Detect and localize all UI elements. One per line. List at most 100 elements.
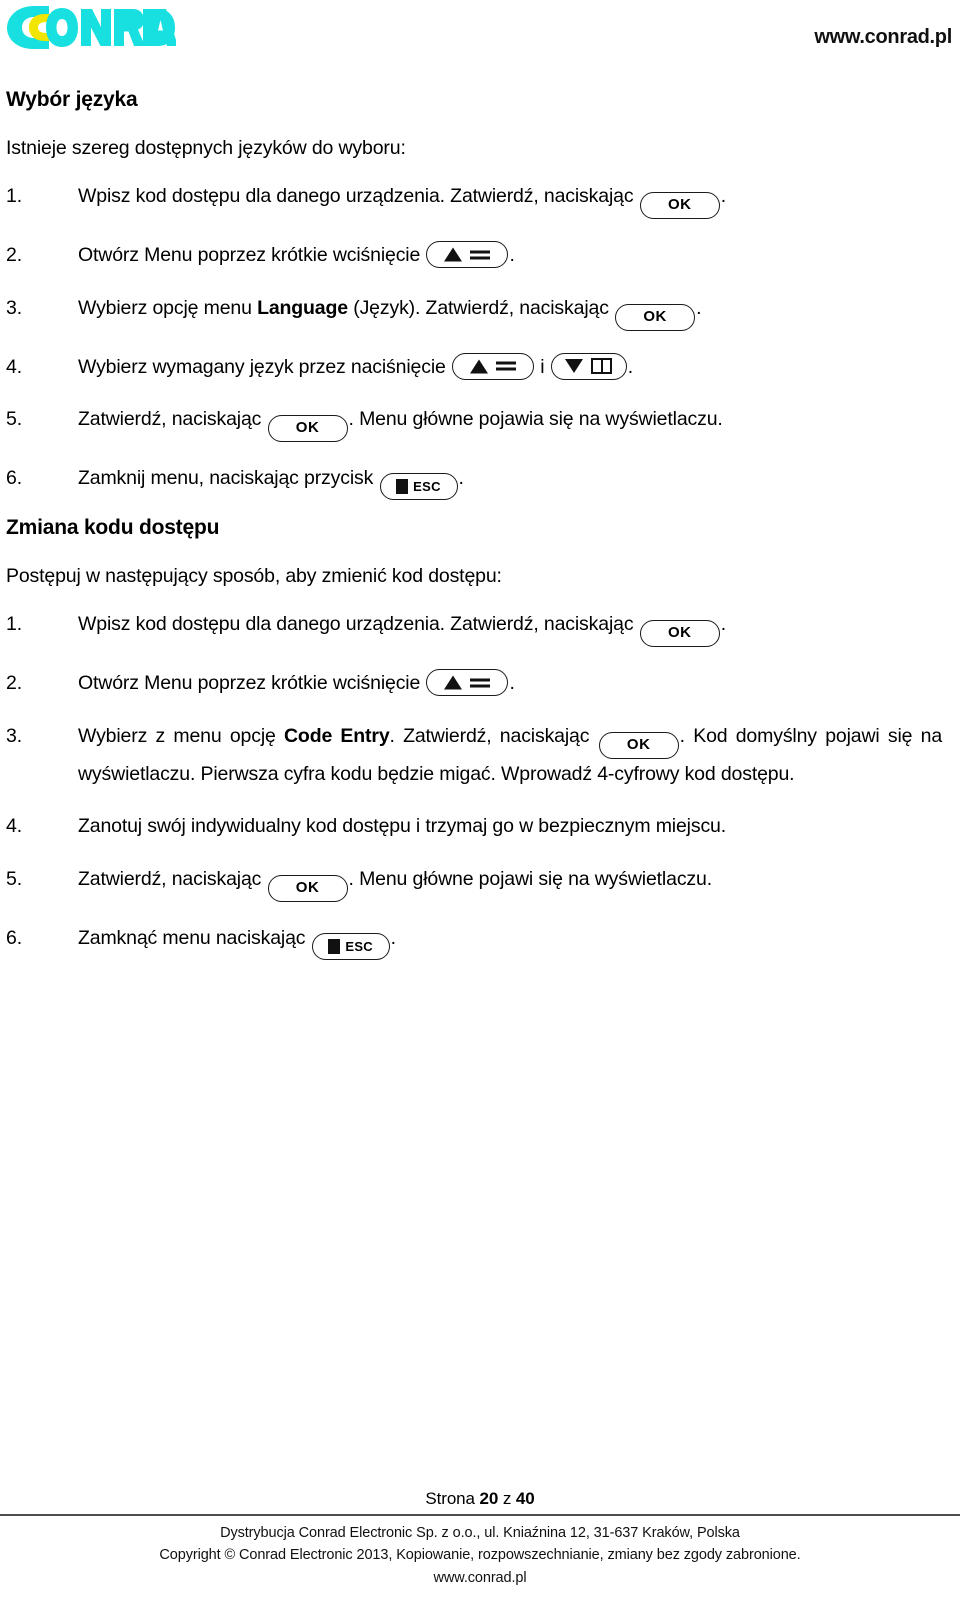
step-text: .: [390, 926, 396, 949]
esc-key-icon: ESC: [379, 473, 458, 501]
step-text: Wybierz wymagany język przez naciśnięcie: [78, 355, 451, 378]
stop-square-icon: [396, 479, 409, 495]
step-text: . Menu główne pojawia się na wyświetlacz…: [348, 408, 723, 431]
step-text: .: [627, 355, 633, 378]
step-text: .: [696, 296, 702, 319]
page-footer: Strona 20 z 40 Dystrybucja Conrad Electr…: [0, 1489, 960, 1589]
esc-key-label: ESC: [345, 938, 373, 954]
step-text: Wybierz z menu opcję: [78, 724, 284, 747]
step-item: 2. Otwórz Menu poprzez krótkie wciśnięcie…: [0, 668, 960, 700]
step-number: 2.: [6, 672, 22, 695]
step-item: 2. Otwórz Menu poprzez krótkie wciśnięcie…: [0, 240, 960, 272]
step-text: i: [534, 355, 550, 378]
step-item: 5. Zatwierdź, naciskając OK . Menu główne …: [0, 404, 960, 443]
document-content: Wybór języka Istnieje szereg dostępnych j…: [0, 72, 960, 960]
step-number: 1.: [6, 613, 22, 636]
section-title: Zmiana kodu dostępu: [6, 516, 220, 540]
menu-lines-icon: [470, 247, 491, 262]
page-current-value: 20: [479, 1489, 499, 1509]
step-text: Zatwierdź, naciskając: [78, 867, 267, 890]
step-number: 4.: [6, 815, 22, 838]
step-number: 3.: [6, 296, 22, 319]
ok-key-icon: OK: [639, 620, 720, 648]
step-number: 2.: [6, 244, 22, 266]
step-item: 5. Zatwierdź, naciskając OK . Menu główne …: [0, 864, 960, 902]
header-website-url: www.conrad.pl: [814, 26, 952, 48]
triangle-down-icon: [565, 359, 584, 374]
step-text: Zatwierdź, naciskając: [78, 408, 267, 431]
step-text: Zamknąć menu naciskając: [78, 926, 311, 949]
esc-key-icon: ESC: [311, 932, 390, 960]
menu-up-key-icon: [426, 669, 509, 697]
section-intro-text: Istnieje szereg dostępnych języków do wy…: [6, 137, 406, 159]
esc-key-label: ESC: [413, 479, 441, 495]
step-item: 6. Zamknąć menu naciskając ESC.: [0, 923, 960, 960]
step-text: Zamknij menu, naciskając przycisk: [78, 467, 379, 490]
conrad-logo: [6, 4, 178, 50]
book-icon: [591, 358, 613, 375]
page-number: Strona 20 z 40: [0, 1489, 960, 1509]
ok-key-icon: OK: [267, 874, 348, 902]
step-text: Wpisz kod dostępu dla danego urządzenia.…: [78, 613, 639, 636]
ok-key-icon: OK: [639, 192, 720, 219]
step-text: . Zatwierdź, naciskając: [389, 724, 598, 747]
ok-key-label: OK: [295, 878, 320, 896]
ok-key-icon: OK: [598, 731, 679, 759]
menu-lines-icon: [495, 359, 516, 374]
menu-option-name: Language: [257, 296, 348, 319]
down-book-key-icon: [550, 352, 627, 380]
step-item: 6. Zamknij menu, naciskając przycisk ESC.: [0, 463, 960, 501]
step-text: .: [720, 185, 726, 207]
ok-key-label: OK: [667, 196, 692, 213]
step-number: 6.: [6, 467, 22, 490]
step-text: Otwórz Menu poprzez krótkie wciśnięcie: [78, 244, 426, 266]
step-number: 4.: [6, 355, 22, 378]
page-total-value: 40: [515, 1489, 535, 1509]
step-text: Zanotuj swój indywidualny kod dostępu i …: [78, 815, 727, 838]
step-text: .: [458, 467, 464, 490]
section-intro-text: Postępuj w następujący sposób, aby zmien…: [6, 565, 502, 588]
triangle-up-icon: [444, 675, 463, 690]
step-number: 5.: [6, 408, 22, 431]
stop-square-icon: [328, 938, 341, 954]
step-number: 3.: [6, 724, 22, 747]
step-text: (Język). Zatwierdź, naciskając: [347, 296, 615, 319]
step-number: 1.: [6, 185, 22, 207]
footer-website-line: www.conrad.pl: [433, 1569, 527, 1586]
step-text: .: [509, 244, 515, 266]
page-mid-label: z: [498, 1489, 516, 1509]
menu-option-name: Code Entry: [284, 724, 390, 747]
triangle-up-icon: [469, 359, 488, 374]
footer-address-line: Dystrybucja Conrad Electronic Sp. z o.o.…: [220, 1524, 740, 1541]
triangle-up-icon: [444, 247, 463, 262]
step-text: . Menu główne pojawi się na wyświetlaczu…: [348, 867, 713, 890]
ok-key-label: OK: [295, 419, 320, 437]
step-text: Wpisz kod dostępu dla danego urządzenia.…: [78, 185, 639, 207]
step-item: 4. Zanotuj swój indywidualny kod dostępu …: [0, 811, 960, 843]
step-text: Otwórz Menu poprzez krótkie wciśnięcie: [78, 672, 426, 695]
step-list: 1. Wpisz kod dostępu dla danego urządzeni…: [0, 181, 960, 501]
menu-lines-icon: [470, 675, 491, 690]
footer-divider: [0, 1514, 960, 1516]
section-title: Wybór języka: [6, 88, 138, 111]
ok-key-icon: OK: [615, 303, 696, 331]
step-text: .: [720, 613, 726, 636]
step-text: Wybierz opcję menu: [78, 296, 258, 319]
step-item: 4. Wybierz wymagany język przez naciśnięc…: [0, 352, 960, 384]
step-number: 5.: [6, 867, 22, 890]
menu-up-key-icon: [426, 241, 509, 268]
footer-copyright-line: Copyright © Conrad Electronic 2013, Kopi…: [159, 1547, 801, 1564]
step-item: 1. Wpisz kod dostępu dla danego urządzeni…: [0, 609, 960, 648]
step-list: 1. Wpisz kod dostępu dla danego urządzeni…: [0, 609, 960, 960]
ok-key-label: OK: [626, 735, 651, 753]
step-number: 6.: [6, 926, 22, 949]
menu-up-key-icon: [451, 352, 534, 380]
page-prefix-label: Strona: [425, 1489, 480, 1509]
step-text: .: [509, 672, 515, 695]
step-item: 1. Wpisz kod dostępu dla danego urządzeni…: [0, 181, 960, 219]
page-header: www.conrad.pl: [0, 0, 960, 72]
ok-key-label: OK: [643, 307, 667, 325]
step-item: 3. Wybierz opcję menu Language (Język). Z…: [0, 293, 960, 331]
ok-key-label: OK: [667, 624, 692, 642]
ok-key-icon: OK: [267, 415, 348, 443]
